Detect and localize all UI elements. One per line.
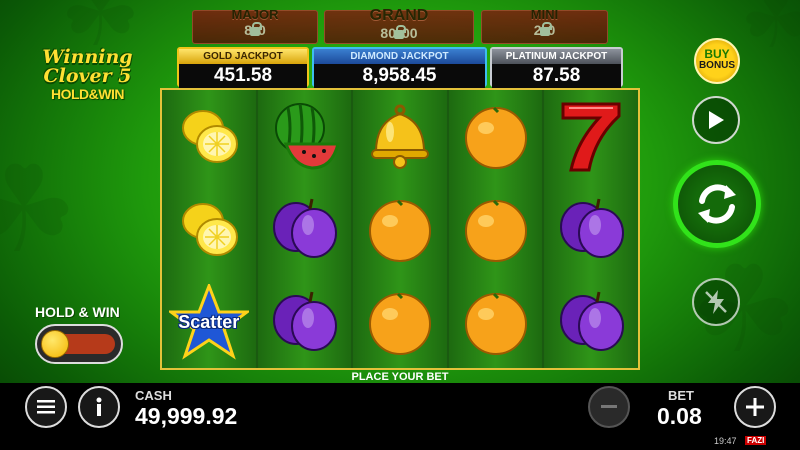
plum-symbol <box>551 189 631 269</box>
logo-line-2: Clover 5 <box>43 65 132 87</box>
plum-icon <box>560 291 625 351</box>
reel-1: Scatter <box>162 90 258 368</box>
refresh-arrows-icon <box>698 184 736 224</box>
reel-5 <box>544 90 638 368</box>
game-logo: Winning Clover 5 HOLD&WIN <box>30 48 145 103</box>
reel-4 <box>448 90 545 368</box>
watermelon-icon <box>275 103 341 170</box>
plum-symbol <box>551 282 631 362</box>
orange-symbol <box>456 189 536 269</box>
bet-increase-button[interactable] <box>734 386 776 428</box>
info-icon <box>96 397 102 416</box>
major-jackpot-title: MAJOR <box>231 7 279 22</box>
grand-jackpot-title: GRAND <box>369 7 429 24</box>
hold-win-knob <box>41 330 69 358</box>
platinum-jackpot-value: 87.58 <box>492 64 621 89</box>
mini-jackpot-value: 20 <box>533 21 556 38</box>
spin-button[interactable] <box>673 160 761 248</box>
scatter-symbol: Scatter <box>168 282 249 362</box>
autoplay-button[interactable] <box>692 96 740 144</box>
hamburger-icon <box>37 400 55 414</box>
buy-bonus-line1: BUY <box>704 47 730 61</box>
play-icon <box>709 111 724 129</box>
diamond-jackpot-value: 8,958.45 <box>314 64 485 89</box>
lemon-symbol <box>169 189 249 269</box>
minus-icon <box>601 405 617 408</box>
diamond-jackpot: DIAMOND JACKPOT 8,958.45 <box>312 47 487 89</box>
buy-bonus-line2: BONUS <box>698 60 736 71</box>
lock-icon <box>250 21 262 36</box>
place-bet-message: PLACE YOUR BET <box>351 371 449 383</box>
bet-value: 0.08 <box>657 403 702 429</box>
reel-grid: Scatter <box>160 88 640 370</box>
hold-win-toggle[interactable] <box>35 324 123 364</box>
plum-icon <box>560 198 625 258</box>
major-jackpot-value: 80 <box>244 21 266 38</box>
plum-icon <box>273 198 338 258</box>
seven-icon <box>561 102 621 172</box>
clover-decoration: ☘ <box>740 0 800 64</box>
orange-icon <box>368 199 431 262</box>
grand-jackpot-locked: GRAND 80 00 <box>324 7 474 44</box>
brand-logo: FAZI <box>745 436 767 445</box>
buy-bonus-button[interactable]: BUY BONUS <box>694 38 740 84</box>
scatter-label: Scatter <box>178 311 240 332</box>
orange-symbol <box>360 189 440 269</box>
lock-icon <box>539 21 552 36</box>
plum-symbol <box>264 282 344 362</box>
turbo-button[interactable] <box>692 278 740 326</box>
cash-label: CASH <box>135 388 172 403</box>
gold-jackpot: GOLD JACKPOT 451.58 <box>177 47 309 89</box>
logo-line-3: HOLD&WIN <box>51 86 125 102</box>
gold-jackpot-title: GOLD JACKPOT <box>179 49 307 64</box>
mini-jackpot-title: MINI <box>530 7 559 22</box>
bell-icon <box>370 104 429 170</box>
mini-jackpot-locked: MINI 20 <box>481 7 608 44</box>
plum-icon <box>273 291 338 351</box>
lemon-symbol <box>169 96 249 176</box>
gold-jackpot-value: 451.58 <box>179 64 307 89</box>
major-jackpot-locked: MAJOR 80 <box>192 7 318 44</box>
grand-jackpot-value: 80 00 <box>380 24 418 41</box>
bell-symbol <box>360 96 440 176</box>
platinum-jackpot-title: PLATINUM JACKPOT <box>492 49 621 64</box>
info-button[interactable] <box>78 386 120 428</box>
orange-symbol <box>360 282 440 362</box>
bet-decrease-button[interactable] <box>588 386 630 428</box>
reel-2 <box>257 90 354 368</box>
lemon-icon <box>181 110 238 164</box>
orange-symbol <box>456 96 536 176</box>
orange-icon <box>368 292 431 355</box>
cash-value: 49,999.92 <box>135 403 238 429</box>
plum-symbol <box>264 189 344 269</box>
orange-symbol <box>456 282 536 362</box>
bet-label: BET <box>668 388 694 403</box>
orange-icon <box>464 292 527 355</box>
lemon-icon <box>181 202 238 256</box>
lightning-off-icon <box>705 290 727 314</box>
plus-icon <box>746 398 764 416</box>
diamond-jackpot-title: DIAMOND JACKPOT <box>314 49 485 64</box>
menu-button[interactable] <box>25 386 67 428</box>
clock: 19:47 <box>714 436 737 446</box>
orange-icon <box>464 107 527 170</box>
clover-decoration: ☘ <box>0 143 78 277</box>
platinum-jackpot: PLATINUM JACKPOT 87.58 <box>490 47 623 89</box>
reel-3 <box>353 90 449 368</box>
orange-icon <box>464 199 527 262</box>
seven-symbol <box>551 96 631 176</box>
watermelon-symbol <box>264 96 344 176</box>
hold-win-label: HOLD & WIN <box>35 304 120 320</box>
lock-icon <box>394 24 406 39</box>
